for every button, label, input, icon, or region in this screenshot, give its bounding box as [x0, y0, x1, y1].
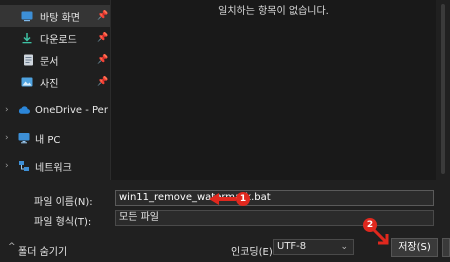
encoding-label: 인코딩(E): — [231, 247, 277, 258]
filetype-select[interactable]: 모든 파일 — [115, 210, 434, 226]
chevron-down-icon: ⌄ — [340, 242, 348, 252]
pin-icon[interactable]: 📌 — [97, 55, 108, 65]
nav-item-label: 문서 — [40, 56, 59, 68]
filetype-value: 모든 파일 — [119, 212, 159, 223]
computer-icon — [18, 132, 30, 144]
nav-item-this-pc[interactable]: › 내 PC — [0, 127, 110, 149]
save-button-label: 저장(S) — [398, 242, 431, 253]
save-button[interactable]: 저장(S) — [391, 238, 438, 257]
nav-item-label: 내 PC — [35, 134, 61, 146]
chevron-up-icon[interactable]: ^ — [8, 242, 16, 252]
cancel-button[interactable] — [442, 238, 450, 257]
encoding-value: UTF-8 — [277, 241, 307, 252]
filename-input[interactable]: win11_remove_watermark.bat — [115, 190, 434, 206]
document-icon — [22, 54, 34, 66]
nav-item-network[interactable]: › 네트워크 — [0, 155, 110, 177]
navigation-pane: 바탕 화면 📌 다운로드 📌 문서 📌 사진 📌 › OneDrive - Pe… — [0, 0, 110, 180]
file-list[interactable]: 일치하는 항목이 없습니다. — [111, 0, 436, 180]
download-icon — [21, 32, 33, 44]
pictures-icon — [21, 76, 33, 88]
arrow-annotation-1 — [208, 192, 236, 209]
nav-item-label: 네트워크 — [35, 162, 72, 174]
nav-item-pictures[interactable]: 사진 📌 — [0, 71, 110, 93]
arrow-annotation-2 — [370, 226, 392, 251]
nav-item-label: 다운로드 — [40, 34, 77, 46]
desktop-icon — [21, 10, 33, 22]
save-form: 파일 이름(N): win11_remove_watermark.bat 1 파… — [0, 180, 450, 262]
pin-icon[interactable]: 📌 — [97, 11, 108, 21]
nav-item-onedrive[interactable]: › OneDrive - Persona — [0, 99, 110, 121]
nav-item-desktop[interactable]: 바탕 화면 📌 — [0, 5, 110, 27]
nav-item-label: 바탕 화면 — [40, 12, 80, 24]
hide-folders-label[interactable]: 폴더 숨기기 — [18, 243, 67, 258]
nav-item-label: OneDrive - Persona — [35, 104, 108, 116]
nav-item-downloads[interactable]: 다운로드 📌 — [0, 27, 110, 49]
pin-icon[interactable]: 📌 — [97, 77, 108, 87]
filetype-label: 파일 형식(T): — [34, 217, 92, 228]
pin-icon[interactable]: 📌 — [97, 33, 108, 43]
chevron-right-icon[interactable]: › — [5, 105, 11, 115]
empty-message: 일치하는 항목이 없습니다. — [218, 6, 329, 17]
nav-item-documents[interactable]: 문서 📌 — [0, 49, 110, 71]
chevron-right-icon[interactable]: › — [5, 133, 11, 143]
encoding-select[interactable]: UTF-8 ⌄ — [273, 239, 354, 255]
filename-label: 파일 이름(N): — [34, 197, 93, 208]
network-icon — [18, 160, 30, 172]
scrollbar-thumb[interactable] — [441, 4, 445, 174]
nav-item-label: 사진 — [40, 78, 59, 90]
step-1-badge: 1 — [236, 192, 250, 206]
chevron-right-icon[interactable]: › — [5, 161, 11, 171]
cloud-icon — [18, 104, 30, 116]
